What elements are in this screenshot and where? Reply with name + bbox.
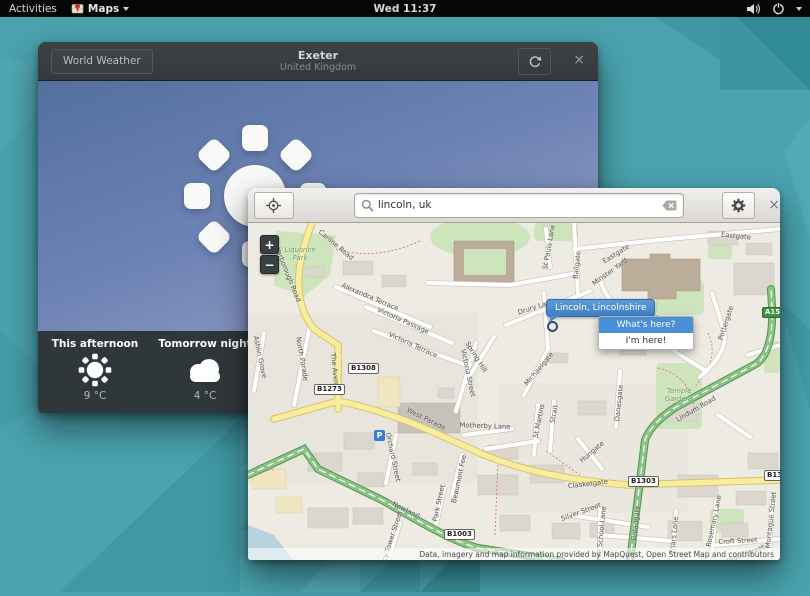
zoom-controls: + − bbox=[260, 235, 279, 275]
zoom-out-button[interactable]: − bbox=[260, 255, 279, 274]
world-weather-button[interactable]: World Weather bbox=[51, 49, 153, 74]
forecast-temp: 9 °C bbox=[84, 390, 107, 402]
road-badge: A15 bbox=[762, 307, 780, 318]
volume-icon[interactable] bbox=[746, 3, 761, 15]
cloud-icon bbox=[184, 356, 226, 384]
maps-window: × bbox=[248, 188, 780, 560]
crosshair-icon bbox=[265, 197, 282, 214]
top-bar: Activities Maps Wed 11:37 bbox=[0, 0, 810, 17]
forecast-item[interactable]: This afternoon 9 °C bbox=[40, 331, 150, 413]
refresh-icon bbox=[528, 55, 542, 69]
road-badge: B1003 bbox=[444, 529, 475, 540]
menu-item-im-here[interactable]: I'm here! bbox=[599, 333, 693, 349]
chevron-down-icon[interactable] bbox=[796, 7, 802, 11]
geolocate-button[interactable] bbox=[254, 192, 294, 219]
power-icon[interactable] bbox=[772, 2, 785, 15]
road-badge: B1308 bbox=[348, 363, 379, 374]
forecast-temp: 4 °C bbox=[194, 390, 217, 402]
road-badge: B1303 bbox=[628, 476, 659, 487]
maps-close-button[interactable]: × bbox=[768, 197, 780, 213]
search-box bbox=[354, 193, 685, 218]
place-bubble[interactable]: Lincoln, Lincolnshire bbox=[546, 299, 655, 317]
clear-search-icon[interactable] bbox=[662, 200, 677, 211]
clock[interactable]: Wed 11:37 bbox=[0, 3, 810, 15]
menu-item-whats-here[interactable]: What's here? bbox=[599, 317, 693, 333]
road-badge: B13 bbox=[764, 470, 780, 481]
map-badge-layer: B1308B1273 B1303 B1003 B13 A15 bbox=[248, 223, 780, 560]
weather-close-button[interactable]: × bbox=[573, 51, 585, 69]
forecast-label: Tomorrow night bbox=[158, 338, 251, 350]
weather-headerbar: World Weather Exeter United Kingdom × bbox=[38, 42, 598, 81]
forecast-label: This afternoon bbox=[52, 338, 139, 350]
map-context-menu: What's here? I'm here! bbox=[598, 316, 694, 350]
search-icon bbox=[361, 199, 374, 212]
refresh-button[interactable] bbox=[518, 48, 551, 75]
zoom-in-button[interactable]: + bbox=[260, 235, 279, 254]
map-attribution: Data, imagery and map information provid… bbox=[248, 548, 780, 560]
map-canvas[interactable]: Carline RoadLiquorice ParkYarborough Roa… bbox=[248, 223, 780, 560]
forecast-item[interactable]: Tomorrow night 4 °C bbox=[150, 331, 260, 413]
gear-icon bbox=[731, 198, 746, 213]
settings-button[interactable] bbox=[722, 192, 755, 219]
sun-icon bbox=[76, 351, 114, 389]
maps-headerbar: × bbox=[248, 188, 780, 223]
search-input[interactable] bbox=[374, 199, 663, 211]
parking-icon: P bbox=[374, 430, 385, 441]
road-badge: B1273 bbox=[314, 384, 345, 395]
